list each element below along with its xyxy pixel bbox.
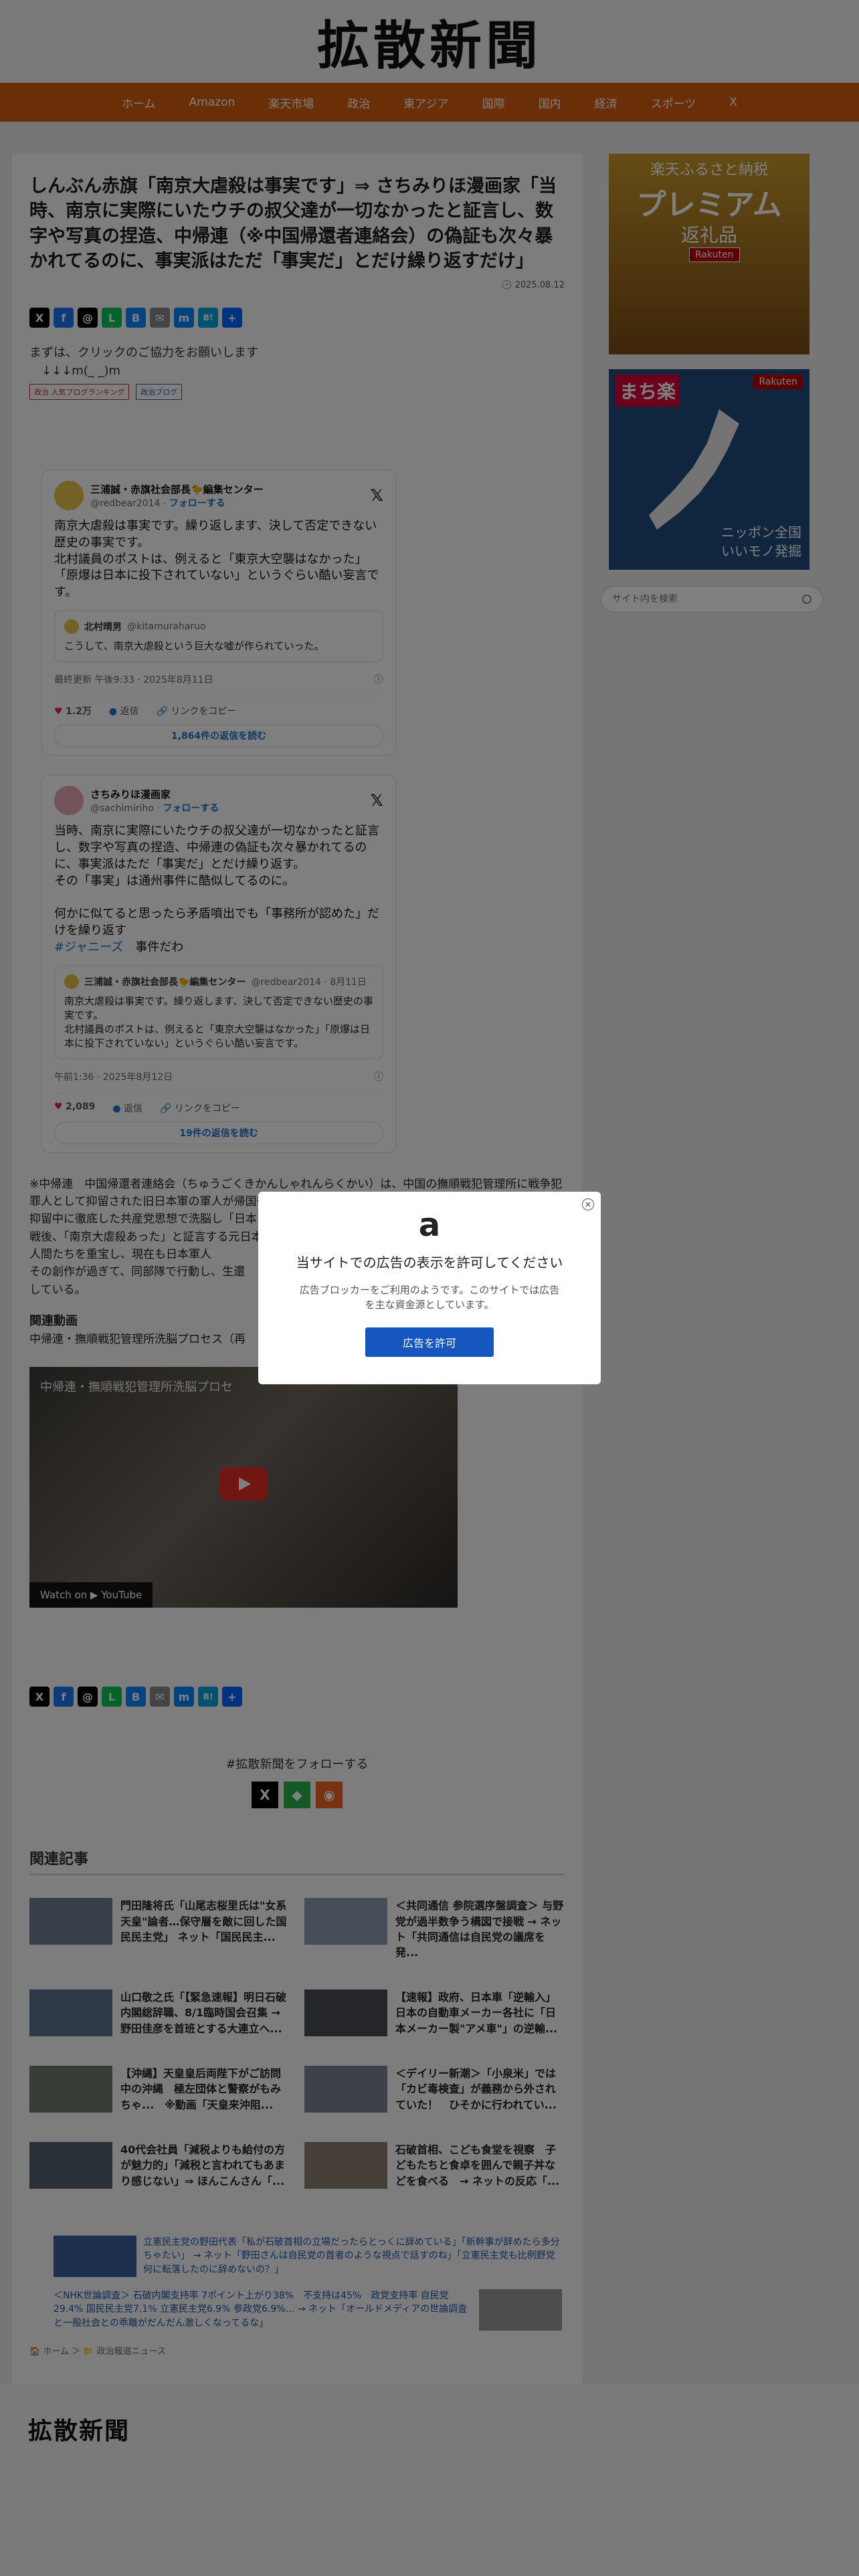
brand-logo-icon: a	[418, 1206, 441, 1244]
allow-ads-button[interactable]: 広告を許可	[365, 1327, 494, 1357]
close-icon[interactable]: ×	[582, 1198, 594, 1210]
modal-text: 広告ブロッカーをご利用のようです。このサイトでは広告を主な資金源としています。	[299, 1284, 560, 1311]
adblock-modal: × a 当サイトでの広告の表示を許可してください 広告ブロッカーをご利用のようで…	[258, 1192, 601, 1384]
modal-title: 当サイトでの広告の表示を許可してください	[296, 1255, 563, 1271]
